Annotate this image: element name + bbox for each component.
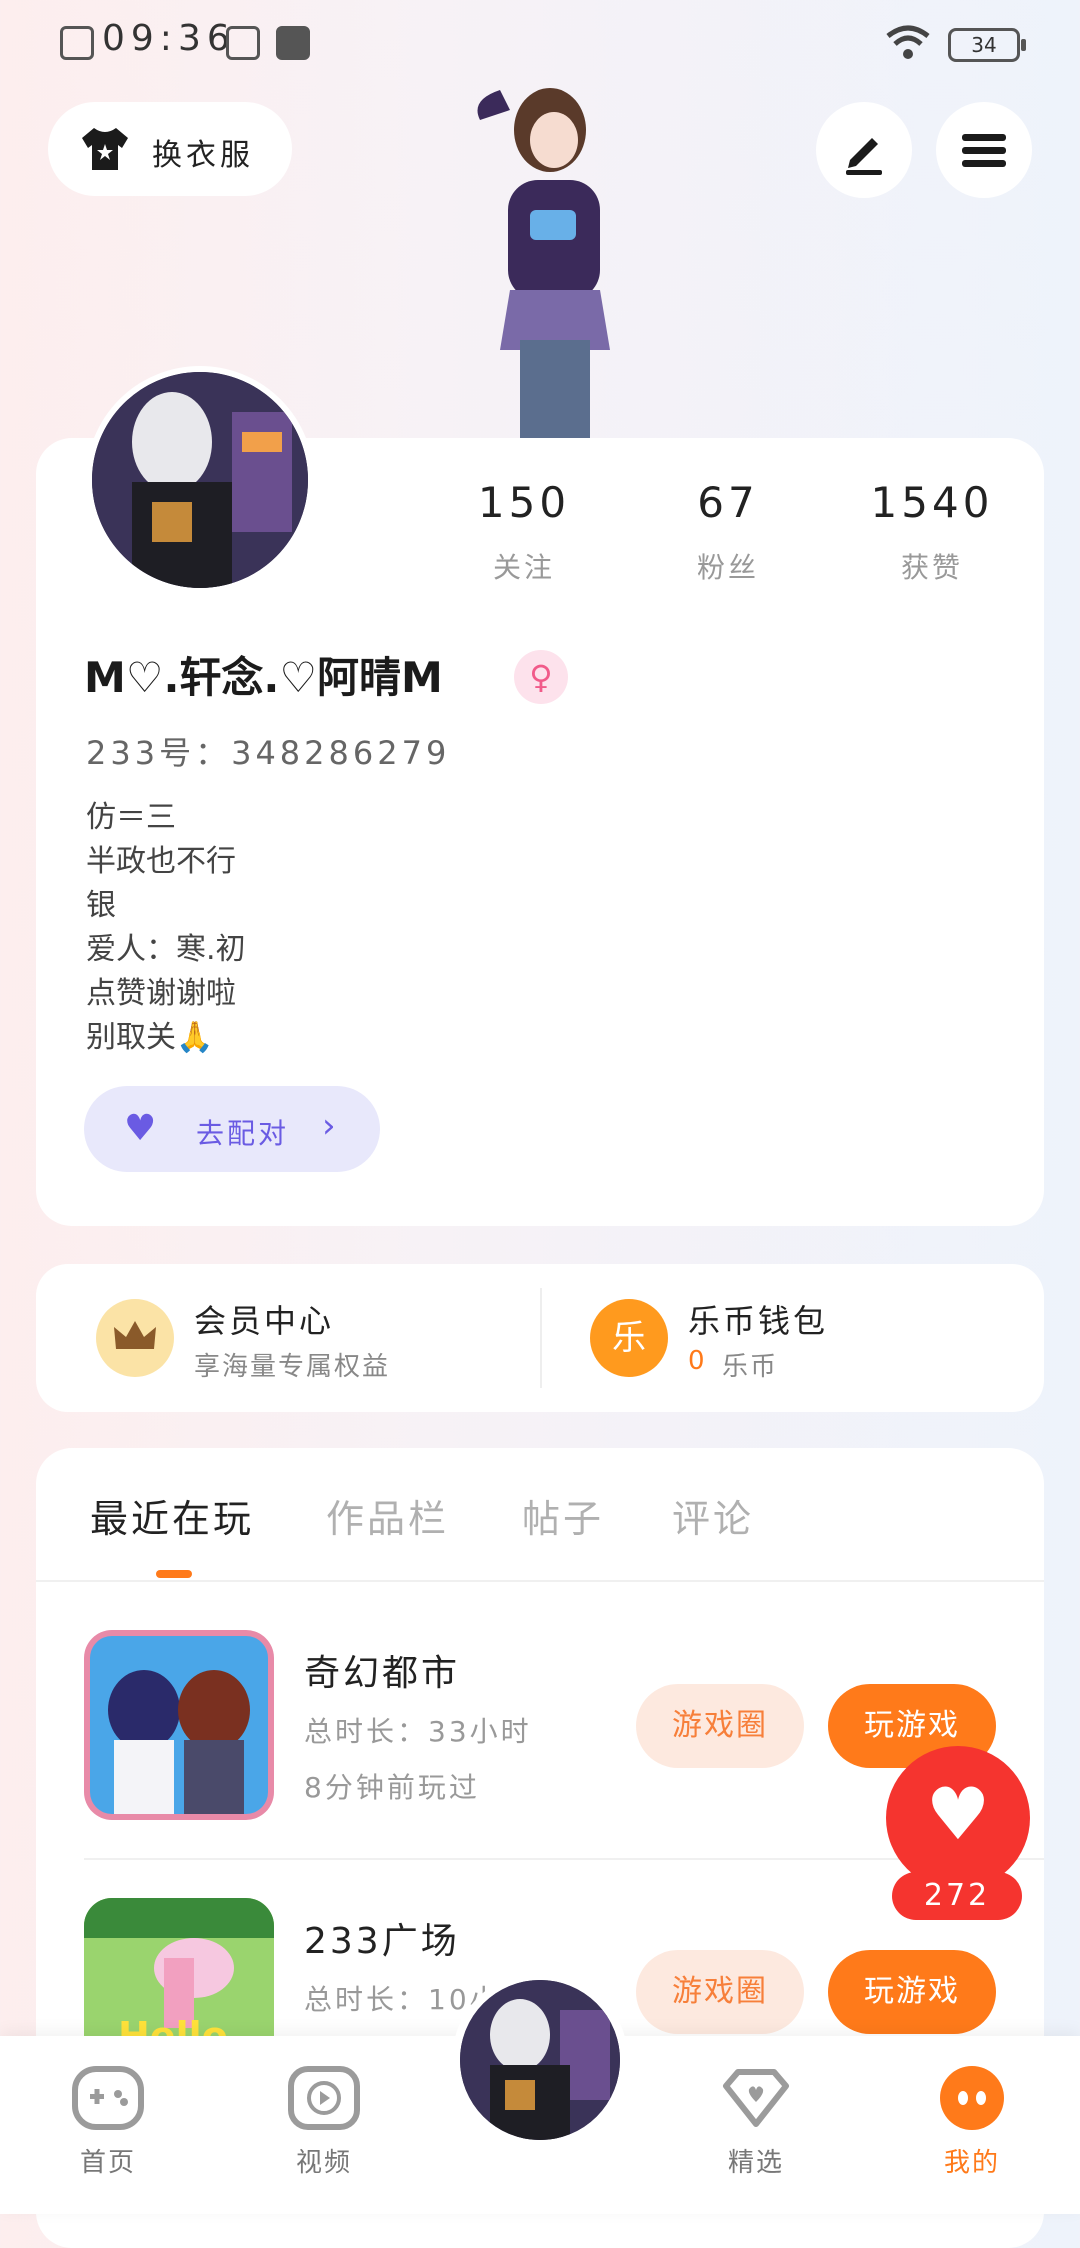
heart-icon: ♥ <box>925 1772 991 1856</box>
nav-featured[interactable]: 精选 <box>696 2066 816 2179</box>
floating-like-button[interactable]: ♥ <box>886 1746 1030 1890</box>
game-title[interactable]: 奇幻都市 <box>304 1644 460 1696</box>
game-duration: 总时长：33小时 <box>304 1715 532 1748</box>
edit-profile-button[interactable] <box>816 102 912 198</box>
game-icon[interactable] <box>84 1630 274 1820</box>
change-outfit-button[interactable]: 换衣服 <box>48 102 292 196</box>
nav-video-label: 视频 <box>295 2148 352 2178</box>
nickname: M♡.轩念.♡阿晴M <box>84 653 443 702</box>
nav-featured-label: 精选 <box>727 2148 784 2178</box>
likes-label: 获赞 <box>900 551 963 584</box>
coin-icon: 乐 <box>590 1299 668 1377</box>
pencil-icon <box>846 138 882 175</box>
heart-icon: ♥ <box>124 1108 157 1149</box>
menu-icon <box>962 134 1006 167</box>
tab-works[interactable]: 作品栏 <box>326 1488 449 1543</box>
wallet-entry[interactable]: 乐 乐币钱包 0 乐币 <box>560 1270 1030 1406</box>
tab-recently-played[interactable]: 最近在玩 <box>90 1488 254 1543</box>
notification-icon <box>60 26 94 60</box>
nav-mine-label: 我的 <box>943 2148 1000 2178</box>
bio-line: 银 <box>86 888 116 923</box>
bio-line: 别取关🙏 <box>86 1020 214 1055</box>
status-bar: 09:36 34 <box>0 0 1080 80</box>
tab-indicator <box>156 1570 192 1578</box>
video-icon <box>288 2066 360 2130</box>
change-outfit-label: 换衣服 <box>152 138 254 173</box>
heart-diamond-icon <box>720 2066 792 2130</box>
member-center-title: 会员中心 <box>194 1302 335 1340</box>
nav-mine[interactable]: 我的 <box>912 2066 1032 2179</box>
tab-divider <box>36 1580 1044 1582</box>
nav-home[interactable]: 首页 <box>48 2066 168 2179</box>
following-count[interactable]: 150 <box>444 478 604 527</box>
screenshot-icon <box>226 26 260 60</box>
wifi-icon <box>886 25 930 59</box>
profile-face-icon <box>940 2066 1004 2130</box>
bio-line: 半政也不行 <box>86 844 236 879</box>
game-circle-button[interactable]: 游戏圈 <box>636 1950 804 2034</box>
vip-divider <box>540 1288 542 1388</box>
wallet-unit: 乐币 <box>722 1352 779 1382</box>
likes-count[interactable]: 1540 <box>852 478 1012 527</box>
member-center-entry[interactable]: 会员中心 享海量专属权益 <box>60 1270 530 1406</box>
like-count-badge: 272 <box>892 1872 1022 1920</box>
game-title[interactable]: 233广场 <box>304 1912 460 1964</box>
game-circle-button[interactable]: 游戏圈 <box>636 1684 804 1768</box>
game-last-played: 8分钟前玩过 <box>304 1771 480 1804</box>
nav-home-label: 首页 <box>79 2148 136 2178</box>
followers-label: 粉丝 <box>696 551 759 584</box>
bio-line: 爱人：寒.初 <box>86 932 246 967</box>
profile-avatar[interactable] <box>86 366 314 594</box>
status-time: 09:36 <box>102 18 236 59</box>
female-gender-icon: ♀ <box>514 650 568 704</box>
bio-line: 仿＝三 <box>86 800 176 835</box>
crown-icon <box>96 1299 174 1377</box>
tab-posts[interactable]: 帖子 <box>522 1488 604 1543</box>
bio-line: 点赞谢谢啦 <box>86 976 236 1011</box>
shirt-icon <box>82 128 128 170</box>
user-id: 233号：348286279 <box>86 734 451 772</box>
avatar-figure[interactable] <box>450 80 640 440</box>
wallet-title: 乐币钱包 <box>688 1302 829 1340</box>
match-button[interactable]: ♥ 去配对 › <box>84 1086 380 1172</box>
tab-comments[interactable]: 评论 <box>672 1488 754 1543</box>
member-center-subtitle: 享海量专属权益 <box>194 1352 391 1382</box>
gamepad-icon <box>72 2066 144 2130</box>
chevron-right-icon: › <box>322 1106 336 1146</box>
following-label: 关注 <box>492 551 555 584</box>
match-label: 去配对 <box>196 1117 290 1150</box>
nav-video[interactable]: 视频 <box>264 2066 384 2179</box>
center-avatar-button[interactable] <box>452 1972 628 2148</box>
battery-indicator: 34 <box>948 28 1026 62</box>
menu-button[interactable] <box>936 102 1032 198</box>
wallet-amount: 0 <box>688 1346 707 1376</box>
play-game-button[interactable]: 玩游戏 <box>828 1950 996 2034</box>
followers-count[interactable]: 67 <box>648 478 808 527</box>
app-notification-icon <box>276 26 310 60</box>
